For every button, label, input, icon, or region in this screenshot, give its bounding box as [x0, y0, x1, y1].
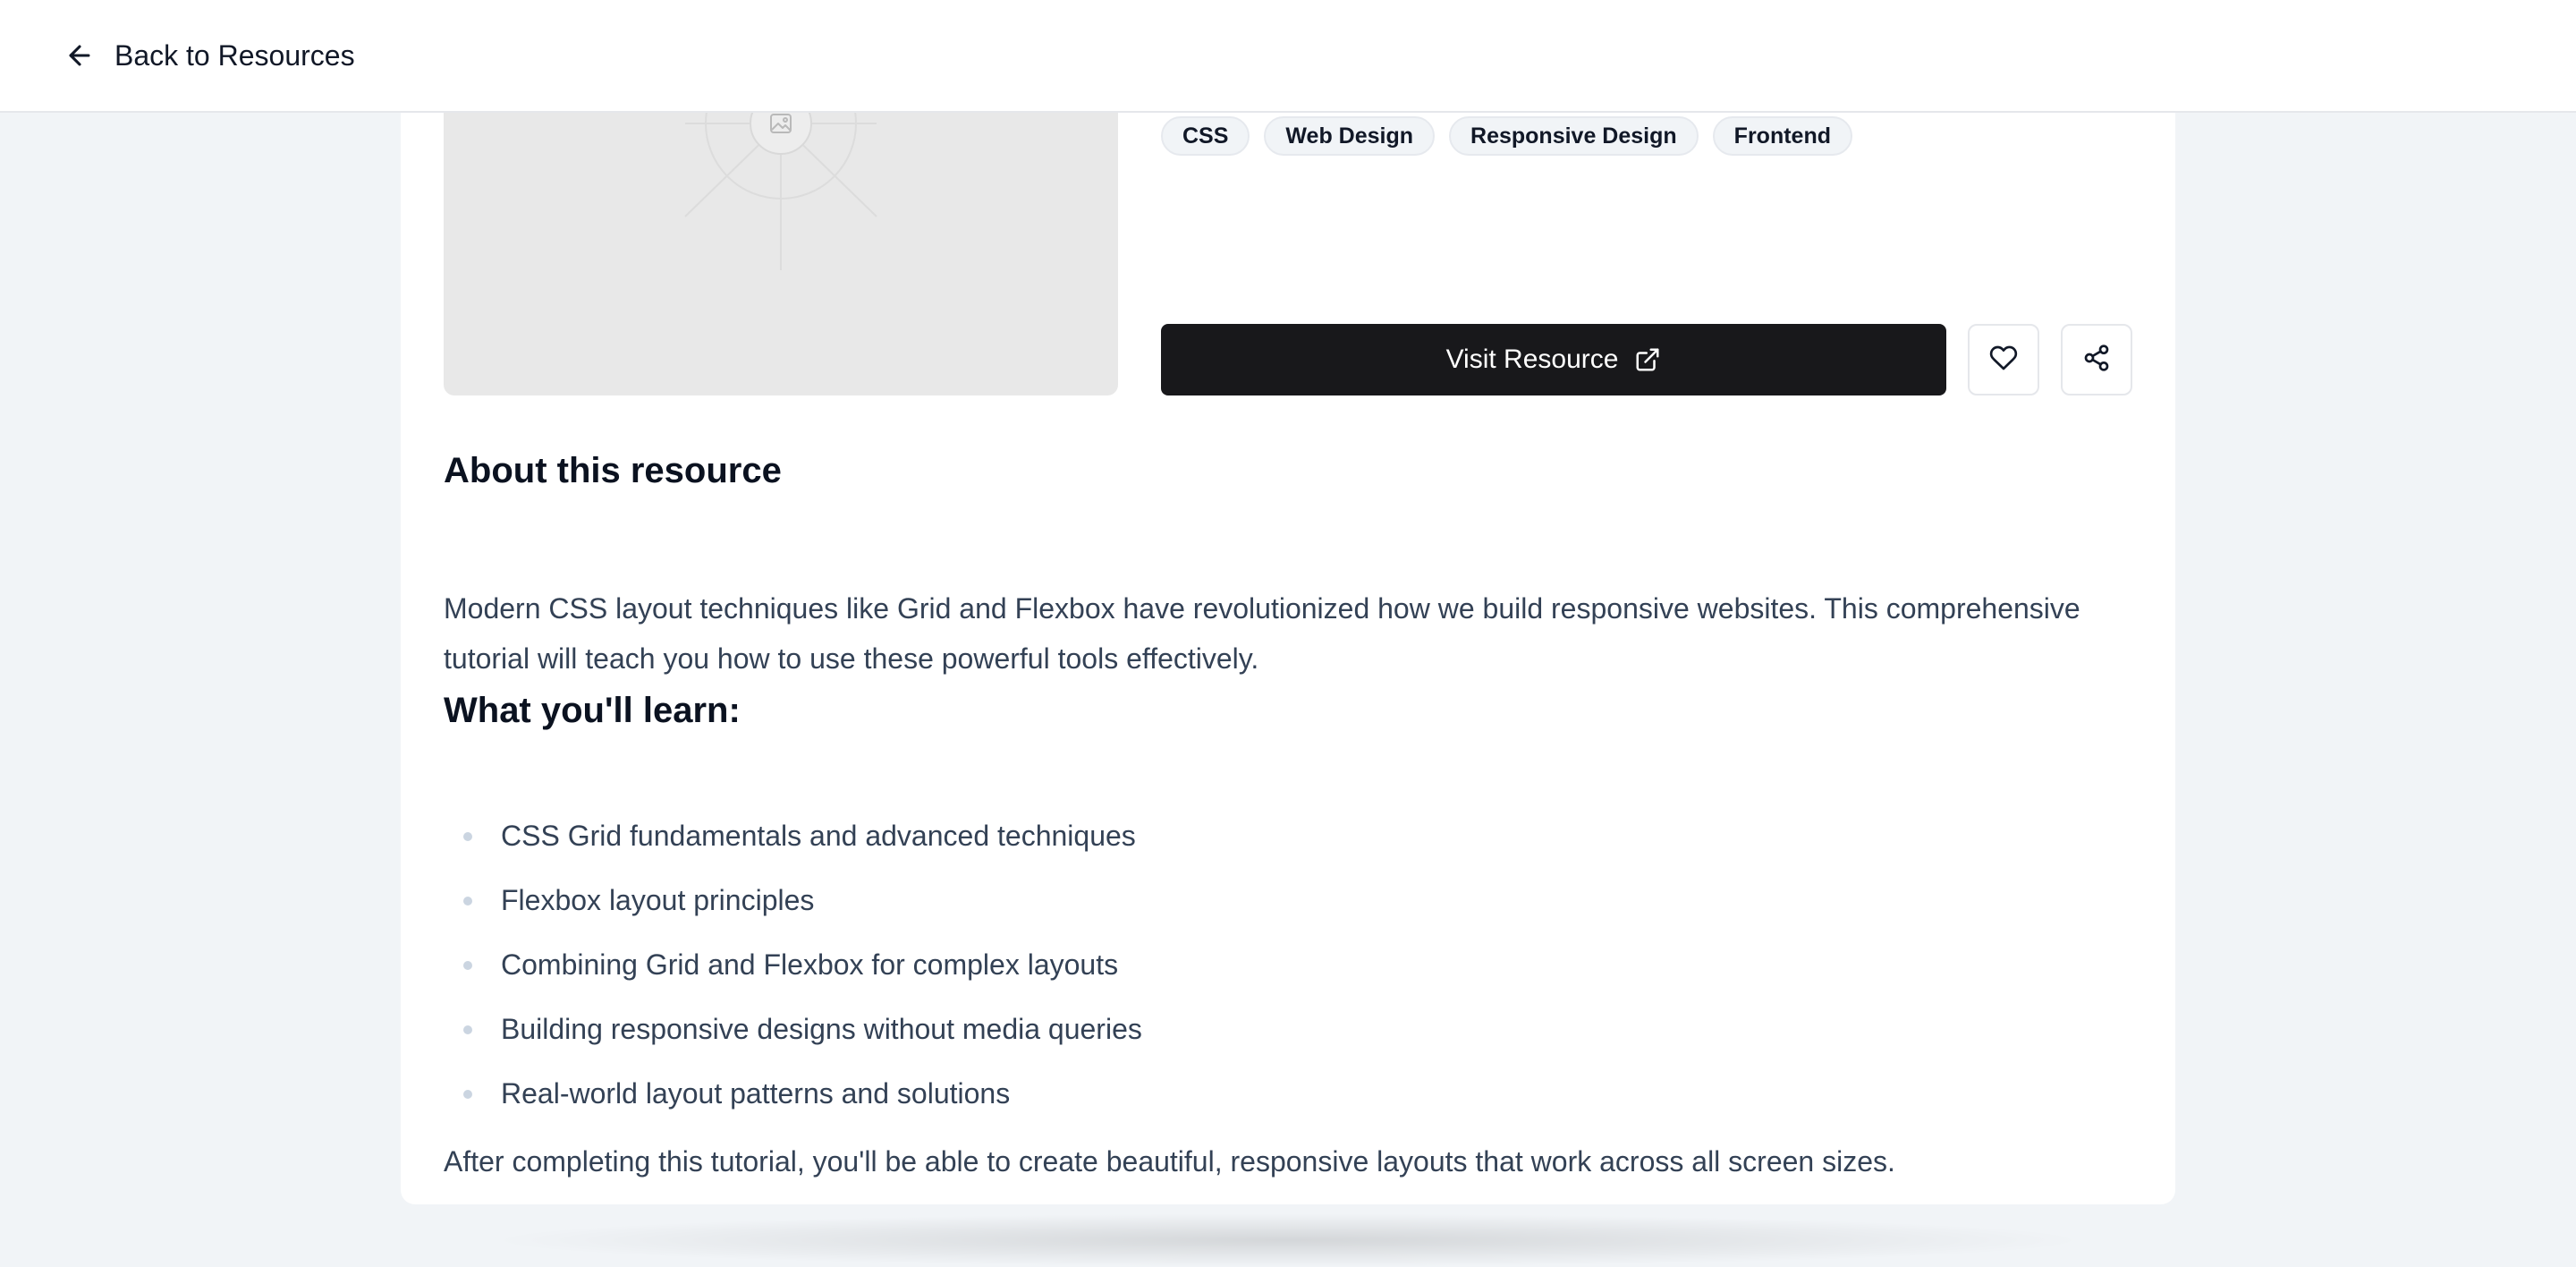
closing-text: After completing this tutorial, you'll b…: [444, 1145, 1895, 1178]
list-item-text: CSS Grid fundamentals and advanced techn…: [501, 820, 1136, 852]
list-item-text: Flexbox layout principles: [501, 884, 815, 916]
card-shadow: [483, 1213, 2093, 1267]
list-item: Combining Grid and Flexbox for complex l…: [444, 945, 1142, 1009]
visit-resource-label: Visit Resource: [1445, 344, 1619, 374]
like-button[interactable]: [1968, 324, 2039, 395]
bullet: [463, 897, 472, 906]
tag-list: CSS Web Design Responsive Design Fronten…: [1161, 116, 1852, 156]
bullet: [463, 1090, 472, 1099]
about-heading: About this resource: [444, 451, 782, 490]
tag-frontend[interactable]: Frontend: [1712, 116, 1852, 156]
learn-list: CSS Grid fundamentals and advanced techn…: [444, 816, 1142, 1138]
list-item-text: Combining Grid and Flexbox for complex l…: [501, 948, 1119, 981]
top-bar: Back to Resources: [0, 0, 2576, 113]
about-description: Modern CSS layout techniques like Grid a…: [444, 592, 2080, 675]
tag-web-design[interactable]: Web Design: [1264, 116, 1436, 156]
share-icon: [2082, 344, 2111, 377]
visit-resource-button[interactable]: Visit Resource: [1161, 324, 1946, 395]
list-item: Building responsive designs without medi…: [444, 1009, 1142, 1074]
learn-heading: What you'll learn:: [444, 691, 741, 730]
bullet: [463, 1025, 472, 1034]
back-link-label: Back to Resources: [114, 38, 355, 72]
heart-icon: [1989, 344, 2018, 377]
list-item: Flexbox layout principles: [444, 880, 1142, 945]
back-to-resources-link[interactable]: Back to Resources: [64, 32, 355, 79]
bullet: [463, 832, 472, 841]
external-link-icon: [1634, 346, 1661, 373]
resource-card: CSS Web Design Responsive Design Fronten…: [401, 54, 2175, 1204]
tag-css[interactable]: CSS: [1161, 116, 1250, 156]
list-item-text: Real-world layout patterns and solutions: [501, 1077, 1011, 1110]
list-item: Real-world layout patterns and solutions: [444, 1074, 1142, 1138]
tag-responsive-design[interactable]: Responsive Design: [1449, 116, 1699, 156]
list-item: CSS Grid fundamentals and advanced techn…: [444, 816, 1142, 880]
list-item-text: Building responsive designs without medi…: [501, 1013, 1142, 1045]
arrow-left-icon: [64, 40, 95, 71]
bullet: [463, 961, 472, 970]
share-button[interactable]: [2061, 324, 2132, 395]
